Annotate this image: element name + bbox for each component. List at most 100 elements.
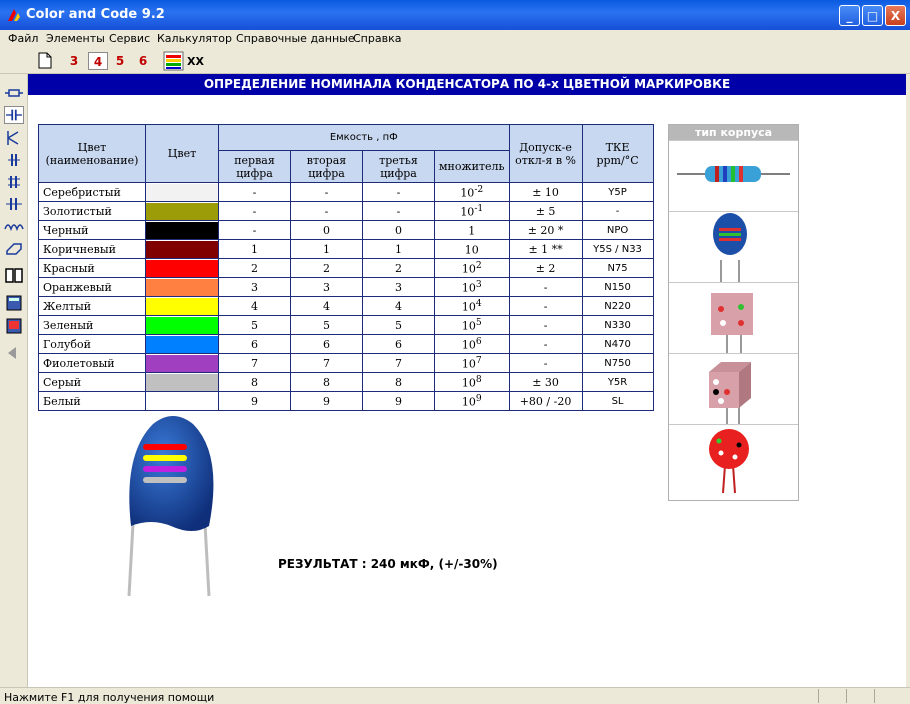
- header-tke: ТКЕ ppm/°C: [581, 124, 654, 183]
- bands-4-button[interactable]: 4: [88, 52, 108, 70]
- tke-value: Y5P: [581, 182, 654, 202]
- color-swatch[interactable]: [146, 183, 218, 201]
- color-swatch[interactable]: [146, 240, 218, 258]
- tke-value: Y5R: [581, 372, 654, 392]
- table-row: Коричневый 1 1 1 10 ± 1 ** Y5S / N33: [38, 239, 654, 259]
- ceramic-capacitor-icon[interactable]: [4, 151, 24, 169]
- digit1-value: 7: [218, 353, 291, 373]
- color-name: Оранжевый: [38, 277, 146, 297]
- menu-elements[interactable]: Элементы: [46, 32, 105, 45]
- digit2-value: 9: [290, 391, 363, 411]
- digit3-value: 5: [362, 315, 435, 335]
- color-swatch[interactable]: [146, 202, 218, 220]
- color-name: Красный: [38, 258, 146, 278]
- digit2-value: 6: [290, 334, 363, 354]
- color-swatch-cell: [145, 334, 219, 354]
- film-capacitor-icon[interactable]: [4, 173, 24, 191]
- color-swatch[interactable]: [146, 392, 218, 410]
- table-row: Голубой 6 6 6 106- N470: [38, 334, 654, 354]
- digit2-value: 4: [290, 296, 363, 316]
- color-swatch[interactable]: [146, 297, 218, 315]
- tke-value: SL: [581, 391, 654, 411]
- tolerance-value: -: [508, 296, 583, 316]
- color-swatch[interactable]: [146, 278, 218, 296]
- menu-help[interactable]: Справка: [353, 32, 401, 45]
- color-swatch-cell: [145, 277, 219, 297]
- multiplier-value: 105: [434, 315, 510, 335]
- color-swatch[interactable]: [146, 316, 218, 334]
- xx-button[interactable]: XX: [187, 55, 204, 68]
- capacitor-preview: [127, 416, 214, 597]
- axial-capacitor-icon: [677, 166, 790, 182]
- tke-value: N150: [581, 277, 654, 297]
- bands-3-button[interactable]: 3: [64, 52, 84, 70]
- menu-service[interactable]: Сервис: [109, 32, 150, 45]
- diode-icon[interactable]: [4, 129, 24, 147]
- tolerance-value: -: [508, 277, 583, 297]
- bands-6-button[interactable]: 6: [133, 52, 153, 70]
- menu-file[interactable]: Файл: [8, 32, 38, 45]
- table-row: Фиолетовый 7 7 7 107- N750: [38, 353, 654, 373]
- case-round-red[interactable]: [669, 424, 798, 495]
- round-capacitor-icon: [709, 429, 749, 494]
- case-smd-pink[interactable]: [669, 282, 798, 353]
- digit2-value: -: [290, 201, 363, 221]
- eraser-icon[interactable]: [4, 239, 24, 257]
- digit2-value: 2: [290, 258, 363, 278]
- color-bands-icon[interactable]: [163, 51, 184, 71]
- maximize-button[interactable]: □: [862, 5, 883, 26]
- color-swatch[interactable]: [146, 373, 218, 391]
- digit1-value: -: [218, 220, 291, 240]
- table-row: Черный -0 0 1 ± 20 * NPO: [38, 220, 654, 240]
- table-row: Красный 2 2 2 102 ± 2 N75: [38, 258, 654, 278]
- header-color-name: Цвет (наименование): [38, 124, 146, 183]
- calculator-icon[interactable]: [4, 294, 24, 312]
- header-digit3: третья цифра: [362, 150, 435, 183]
- chart-calculator-icon[interactable]: [4, 317, 24, 335]
- color-name: Голубой: [38, 334, 146, 354]
- close-button[interactable]: X: [885, 5, 906, 26]
- color-name: Серый: [38, 372, 146, 392]
- tolerance-value: ± 1 **: [508, 239, 583, 259]
- minimize-button[interactable]: _: [839, 5, 860, 26]
- table-row: Зеленый 5 5 5 105- N330: [38, 315, 654, 335]
- menu-reference[interactable]: Справочные данные: [236, 32, 355, 45]
- color-swatch-cell: [145, 182, 219, 202]
- tolerance-value: ± 5: [508, 201, 583, 221]
- case-axial[interactable]: [669, 140, 798, 211]
- digit1-value: 9: [218, 391, 291, 411]
- title-bar[interactable]: Color and Code 9.2 _ □ X: [0, 0, 910, 30]
- multiplier-value: 102: [434, 258, 510, 278]
- box-capacitor-icon: [711, 293, 753, 353]
- status-bar: Нажмите F1 для получения помощи: [0, 687, 910, 704]
- resistor-icon[interactable]: [4, 84, 24, 102]
- inductor-icon[interactable]: [4, 217, 24, 235]
- tolerance-value: -: [508, 334, 583, 354]
- digit1-value: 2: [218, 258, 291, 278]
- menu-calculator[interactable]: Калькулятор: [157, 32, 232, 45]
- bands-5-button[interactable]: 5: [110, 52, 130, 70]
- arrow-left-icon[interactable]: [4, 344, 24, 362]
- header-capacity: Емкость , пФ: [218, 124, 510, 151]
- color-swatch[interactable]: [146, 259, 218, 277]
- case-box[interactable]: [669, 353, 798, 424]
- tolerance-value: ± 30: [508, 372, 583, 392]
- digit1-value: 5: [218, 315, 291, 335]
- color-swatch-cell: [145, 258, 219, 278]
- color-name: Золотистый: [38, 201, 146, 221]
- capacitor-icon[interactable]: [4, 106, 24, 124]
- tke-value: N330: [581, 315, 654, 335]
- new-document-icon[interactable]: [38, 52, 52, 69]
- book-icon[interactable]: [4, 266, 24, 284]
- case-disc[interactable]: [669, 211, 798, 282]
- color-swatch[interactable]: [146, 354, 218, 372]
- color-swatch[interactable]: [146, 335, 218, 353]
- tolerance-value: -: [508, 353, 583, 373]
- electrolytic-capacitor-icon[interactable]: [4, 195, 24, 213]
- color-swatch[interactable]: [146, 221, 218, 239]
- digit1-value: 4: [218, 296, 291, 316]
- table-row: Желтый 4 4 4 104- N220: [38, 296, 654, 316]
- case-type-panel: тип корпуса: [668, 124, 799, 501]
- digit1-value: 1: [218, 239, 291, 259]
- color-name: Зеленый: [38, 315, 146, 335]
